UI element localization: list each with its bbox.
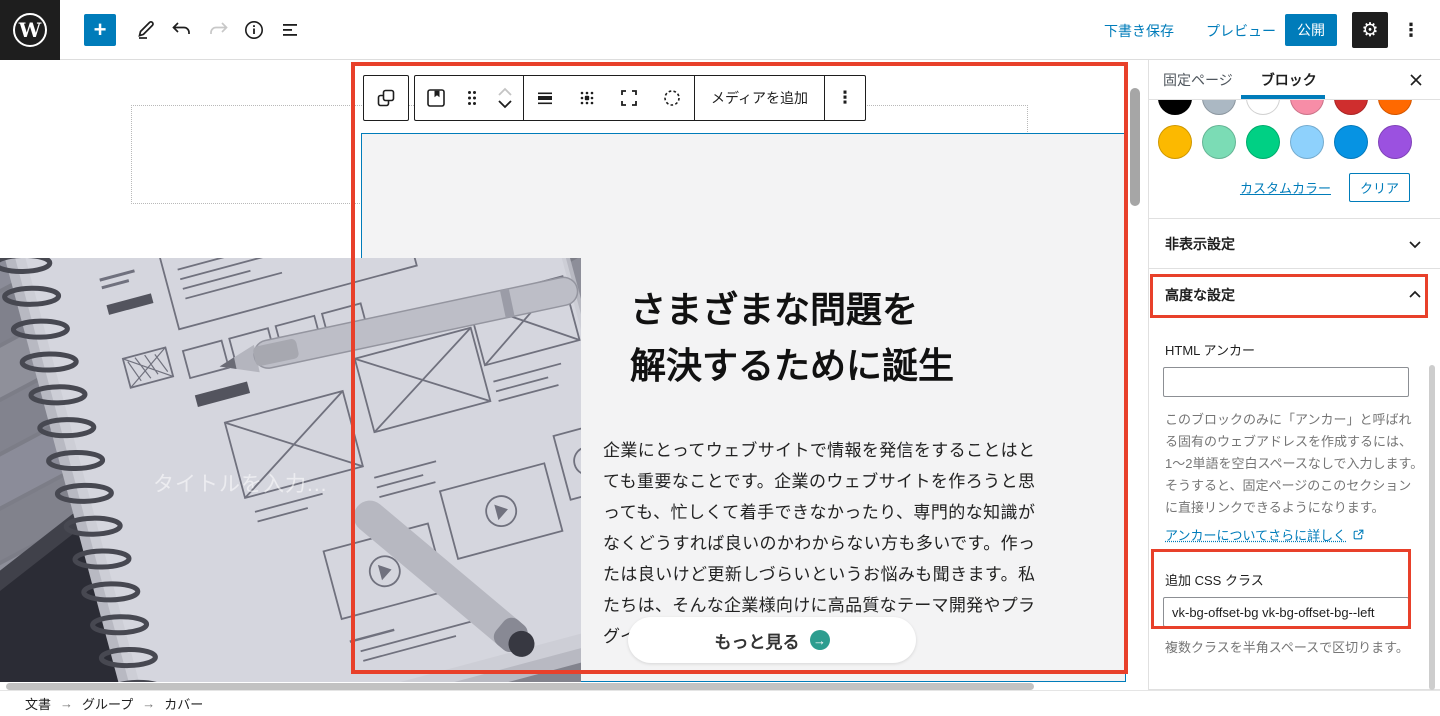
edit-tool-button[interactable] (130, 14, 162, 46)
wordpress-w-glyph: W (13, 13, 47, 47)
breadcrumb-arrow: → (60, 696, 73, 711)
position-matrix-icon (575, 86, 599, 110)
color-palette-row (1149, 125, 1440, 159)
breadcrumb-cover[interactable]: カバー (164, 694, 203, 713)
color-swatch[interactable] (1246, 100, 1280, 115)
undo-icon (170, 18, 194, 42)
color-swatch[interactable] (1378, 100, 1412, 115)
canvas-horizontal-scrollbar[interactable] (6, 683, 1034, 690)
kebab-icon: ⋮ (837, 88, 854, 108)
preview-button[interactable]: プレビュー (1206, 21, 1276, 41)
transform-icon (374, 86, 398, 110)
css-class-help-text: 複数クラスを半角スペースで区切ります。 (1149, 637, 1440, 659)
full-height-icon (617, 86, 641, 110)
content-position-button[interactable] (566, 76, 608, 120)
block-options-button[interactable]: ⋮ (825, 76, 865, 120)
color-swatch[interactable] (1158, 100, 1192, 115)
advanced-settings-panel-toggle[interactable]: 高度な設定 (1149, 268, 1440, 320)
cover-block-icon (424, 86, 448, 110)
redo-icon (206, 18, 230, 42)
color-palette-row (1149, 100, 1440, 115)
html-anchor-label: HTML アンカー (1149, 340, 1440, 359)
transform-block-button[interactable] (364, 76, 408, 120)
post-title-placeholder[interactable]: タイトルを入力... (153, 468, 328, 498)
editor-canvas: タイトルを入力... さまざまな問題を 解決するために誕生 企業にとってウェブサ… (0, 60, 1148, 682)
block-breadcrumb: 文書 → グループ → カバー (0, 690, 1440, 716)
breadcrumb-arrow: → (142, 696, 155, 711)
settings-gear-button[interactable]: ⚙ (1352, 12, 1388, 48)
sidebar-tabs: 固定ページ ブロック (1149, 60, 1440, 100)
undo-button[interactable] (166, 14, 198, 46)
options-menu-button[interactable]: ⋮ (1398, 14, 1424, 46)
more-button-label: もっと見る (715, 628, 800, 653)
wordpress-logo-icon[interactable]: W (0, 0, 60, 60)
additional-css-class-input[interactable] (1163, 597, 1409, 627)
details-button[interactable] (238, 14, 270, 46)
move-up-icon[interactable] (495, 85, 515, 98)
cover-heading[interactable]: さまざまな問題を 解決するために誕生 (630, 282, 954, 394)
advanced-settings-label: 高度な設定 (1165, 285, 1235, 305)
chevron-down-icon (1406, 235, 1424, 253)
pencil-icon (134, 18, 158, 42)
settings-sidebar: 固定ページ ブロック カスタムカラー クリア 非表示設定 (1148, 60, 1440, 690)
save-draft-button[interactable]: 下書き保存 (1104, 21, 1174, 41)
align-lines-icon (533, 86, 557, 110)
html-anchor-input[interactable] (1163, 367, 1409, 397)
drag-dots-icon (460, 86, 484, 110)
list-view-icon (278, 18, 302, 42)
anchor-learn-more-link[interactable]: アンカーについてさらに詳しく (1165, 525, 1346, 544)
canvas-vertical-scrollbar[interactable] (1130, 88, 1140, 206)
block-toolbar: メディアを追加 ⋮ (363, 75, 866, 121)
tab-block[interactable]: ブロック (1247, 60, 1331, 100)
move-down-icon[interactable] (495, 98, 515, 111)
active-tab-underline (1241, 95, 1325, 99)
plus-icon: + (94, 17, 107, 43)
redo-button[interactable] (202, 14, 234, 46)
dashed-circle-icon (660, 86, 684, 110)
hidden-settings-panel-toggle[interactable]: 非表示設定 (1149, 218, 1440, 268)
color-swatch[interactable] (1158, 125, 1192, 159)
color-swatch[interactable] (1378, 125, 1412, 159)
external-link-icon (1352, 528, 1365, 541)
color-swatch[interactable] (1290, 100, 1324, 115)
clear-color-button[interactable]: クリア (1349, 173, 1410, 202)
editor-top-bar: W + 下書き保存 プレビュー 公開 ⚙ ⋮ (0, 0, 1440, 60)
color-swatch[interactable] (1334, 125, 1368, 159)
color-swatch[interactable] (1290, 125, 1324, 159)
duotone-filter-button[interactable] (650, 76, 694, 120)
info-icon (242, 18, 266, 42)
alignment-button[interactable] (524, 76, 566, 120)
more-button[interactable]: もっと見る → (628, 617, 916, 663)
sidebar-content: カスタムカラー クリア 非表示設定 高度な設定 HTML アンカー このブロック… (1149, 100, 1440, 689)
list-view-button[interactable] (274, 14, 306, 46)
close-sidebar-button[interactable] (1404, 68, 1428, 92)
chevron-up-icon (1406, 286, 1424, 304)
breadcrumb-group[interactable]: グループ (82, 694, 133, 713)
sidebar-vertical-scrollbar[interactable] (1429, 365, 1435, 690)
gear-icon: ⚙ (1361, 19, 1378, 42)
add-media-button[interactable]: メディアを追加 (695, 76, 824, 120)
anchor-help-text: このブロックのみに「アンカー」と呼ばれる固有のウェブアドレスを作成するには、1〜… (1149, 409, 1440, 519)
arrow-right-icon: → (810, 630, 830, 650)
custom-color-link[interactable]: カスタムカラー (1240, 178, 1331, 197)
add-block-button[interactable]: + (84, 14, 116, 46)
full-height-toggle[interactable] (608, 76, 650, 120)
color-swatch[interactable] (1246, 125, 1280, 159)
additional-css-class-label: 追加 CSS クラス (1149, 570, 1440, 589)
kebab-icon: ⋮ (1402, 20, 1420, 41)
drag-handle[interactable] (457, 76, 487, 120)
breadcrumb-document[interactable]: 文書 (25, 694, 51, 713)
tab-page[interactable]: 固定ページ (1149, 60, 1247, 100)
color-swatch[interactable] (1334, 100, 1368, 115)
close-icon (1408, 72, 1424, 88)
cover-block-parent-button[interactable] (415, 76, 457, 120)
color-swatch[interactable] (1202, 100, 1236, 115)
color-swatch[interactable] (1202, 125, 1236, 159)
publish-button[interactable]: 公開 (1285, 14, 1337, 46)
hidden-settings-label: 非表示設定 (1165, 234, 1235, 254)
